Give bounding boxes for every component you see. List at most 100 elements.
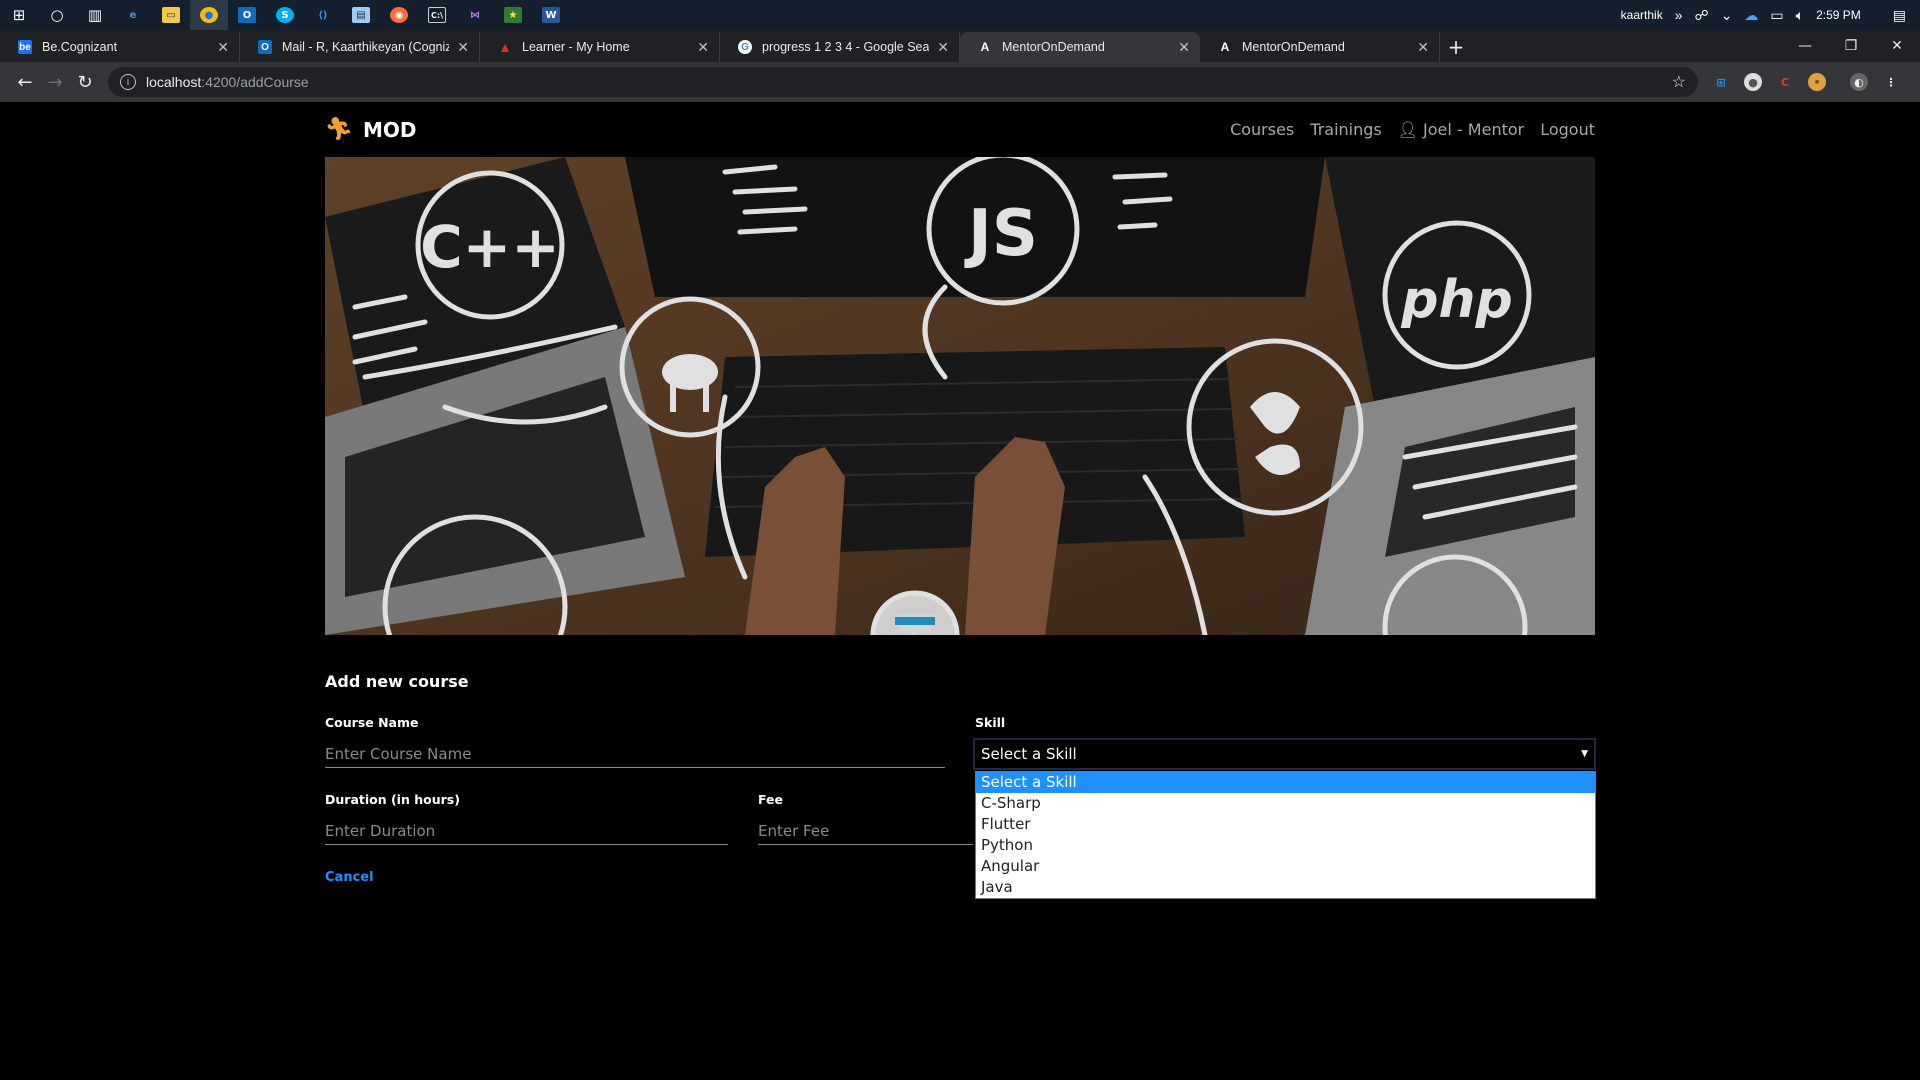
- clock[interactable]: 2:59 PM: [1816, 8, 1861, 22]
- postman-icon[interactable]: ◉: [380, 0, 418, 30]
- task-view-icon[interactable]: ▥: [76, 0, 114, 30]
- terminal-icon[interactable]: C:\: [418, 0, 456, 30]
- dropdown-arrow-icon: ▼: [1581, 749, 1588, 759]
- skill-option[interactable]: Java: [976, 877, 1595, 898]
- skill-option[interactable]: Flutter: [976, 814, 1595, 835]
- tab-mail[interactable]: O Mail - R, Kaarthikeyan (Cognizant ✕: [240, 32, 480, 62]
- skill-option[interactable]: C-Sharp: [976, 793, 1595, 814]
- skill-option[interactable]: Python: [976, 835, 1595, 856]
- close-window-icon[interactable]: ✕: [1874, 30, 1920, 62]
- fee-input[interactable]: [758, 817, 973, 845]
- windows-taskbar: ⊞ ○ ▥ e ▭ ● O S ⟨⟩ ▤ ◉ C:\ ⋈ ★ W kaarthi…: [0, 0, 1920, 30]
- url-path: :4200/addCourse: [201, 74, 309, 90]
- close-icon[interactable]: ✕: [1178, 39, 1190, 56]
- browser-toolbar: ← → ↻ i localhost:4200/addCourse ☆ ⊞ ● C…: [0, 62, 1920, 102]
- minimize-icon[interactable]: —: [1782, 30, 1828, 62]
- chevron-up-icon[interactable]: ⌄: [1721, 7, 1733, 24]
- close-icon[interactable]: ✕: [217, 39, 229, 56]
- circle-extension-icon[interactable]: ●: [1744, 73, 1762, 91]
- brand-name: MOD: [362, 117, 417, 142]
- skill-label: Skill: [975, 715, 1006, 730]
- reload-icon[interactable]: ↻: [70, 67, 100, 97]
- outlook-icon[interactable]: O: [228, 0, 266, 30]
- edge-icon[interactable]: e: [114, 0, 152, 30]
- outlook-icon: O: [258, 40, 272, 54]
- tab-title: progress 1 2 3 4 - Google Search: [762, 40, 930, 54]
- tab-becognizant[interactable]: be Be.Cognizant ✕: [0, 32, 240, 62]
- vscode-icon[interactable]: ⟨⟩: [304, 0, 342, 30]
- chevron-double-icon[interactable]: »: [1675, 7, 1683, 23]
- skill-dropdown-list: Select a Skill C-Sharp Flutter Python An…: [975, 771, 1596, 899]
- close-icon[interactable]: ✕: [1417, 39, 1429, 56]
- tab-mentorondemand[interactable]: A MentorOnDemand ✕: [1200, 32, 1440, 62]
- address-bar[interactable]: i localhost:4200/addCourse ☆: [108, 67, 1698, 97]
- new-tab-button[interactable]: +: [1440, 32, 1472, 62]
- cookie-extension-icon[interactable]: •: [1808, 73, 1826, 91]
- nav-links: Courses Trainings 👤︎ Joel - Mentor Logou…: [1230, 120, 1595, 139]
- nav-user-link[interactable]: 👤︎ Joel - Mentor: [1398, 120, 1524, 139]
- tab-title: Be.Cognizant: [42, 40, 118, 54]
- page-content: 🏃︎ MOD Courses Trainings 👤︎ Joel - Mento…: [0, 102, 1920, 1080]
- back-icon[interactable]: ←: [10, 67, 40, 97]
- nav-trainings-link[interactable]: Trainings: [1310, 120, 1381, 139]
- duration-label: Duration (in hours): [325, 792, 460, 807]
- file-explorer-icon[interactable]: ▭: [152, 0, 190, 30]
- chrome-icon[interactable]: ●: [190, 0, 228, 30]
- tab-title: Mail - R, Kaarthikeyan (Cognizant: [282, 40, 450, 54]
- people-icon[interactable]: ☍: [1695, 7, 1709, 24]
- tab-mentorondemand-active[interactable]: A MentorOnDemand ✕: [960, 32, 1200, 62]
- bookmark-star-icon[interactable]: ☆: [1672, 72, 1686, 92]
- url-host: localhost: [146, 74, 202, 90]
- tab-google-search[interactable]: G progress 1 2 3 4 - Google Search ✕: [720, 32, 960, 62]
- cortana-search-icon[interactable]: ○: [38, 0, 76, 30]
- course-name-input[interactable]: [325, 740, 945, 768]
- close-icon[interactable]: ✕: [457, 39, 469, 56]
- form-title: Add new course: [325, 672, 469, 691]
- fee-label: Fee: [758, 792, 783, 807]
- browser-tab-strip: be Be.Cognizant ✕ O Mail - R, Kaarthikey…: [0, 30, 1920, 62]
- site-info-icon[interactable]: i: [120, 74, 136, 90]
- volume-icon[interactable]: 🔈︎: [1796, 7, 1804, 24]
- profile-avatar-icon[interactable]: ◐: [1850, 73, 1868, 91]
- close-icon[interactable]: ✕: [697, 39, 709, 56]
- nav-logout-link[interactable]: Logout: [1540, 120, 1595, 139]
- skype-icon[interactable]: S: [266, 0, 304, 30]
- visual-studio-icon[interactable]: ⋈: [456, 0, 494, 30]
- skill-option[interactable]: Select a Skill: [976, 772, 1595, 793]
- close-icon[interactable]: ✕: [937, 39, 949, 56]
- menu-kebab-icon[interactable]: ⋮: [1882, 73, 1900, 91]
- windows-start-icon[interactable]: ⊞: [0, 0, 38, 30]
- duration-input[interactable]: [325, 817, 728, 845]
- learner-icon: ▲: [498, 39, 512, 55]
- word-icon[interactable]: W: [532, 0, 570, 30]
- app-icon[interactable]: ★: [494, 0, 532, 30]
- cancel-link[interactable]: Cancel: [325, 870, 374, 885]
- tab-learner[interactable]: ▲ Learner - My Home ✕: [480, 32, 720, 62]
- taskbar-user[interactable]: kaarthik: [1621, 8, 1663, 22]
- c-extension-icon[interactable]: C: [1776, 73, 1794, 91]
- course-name-label: Course Name: [325, 715, 419, 730]
- brand[interactable]: 🏃︎ MOD: [325, 117, 416, 142]
- restore-icon[interactable]: ❐: [1828, 30, 1874, 62]
- becognizant-icon: be: [18, 40, 32, 54]
- tab-title: Learner - My Home: [522, 40, 630, 54]
- angular-icon: A: [980, 40, 990, 54]
- tab-title: MentorOnDemand: [1002, 40, 1105, 54]
- angular-icon: A: [1220, 40, 1230, 54]
- tab-title: MentorOnDemand: [1242, 40, 1345, 54]
- hero-banner-image: C++ JS php: [325, 157, 1595, 635]
- notifications-icon[interactable]: ▤: [1893, 7, 1906, 24]
- skill-select[interactable]: Select a Skill ▼: [973, 738, 1596, 770]
- nav-user-name: Joel - Mentor: [1423, 120, 1525, 139]
- notepad-icon[interactable]: ▤: [342, 0, 380, 30]
- onedrive-icon[interactable]: ☁: [1744, 7, 1758, 24]
- google-icon: G: [738, 40, 752, 54]
- forward-icon[interactable]: →: [40, 67, 70, 97]
- network-icon[interactable]: ▭: [1770, 7, 1783, 24]
- mentor-logo-icon: 🏃︎: [325, 117, 353, 142]
- programming-illustration: C++ JS php: [325, 157, 1595, 635]
- nav-courses-link[interactable]: Courses: [1230, 120, 1294, 139]
- windows-extension-icon[interactable]: ⊞: [1712, 73, 1730, 91]
- skill-option[interactable]: Angular: [976, 856, 1595, 877]
- window-controls: — ❐ ✕: [1782, 30, 1920, 62]
